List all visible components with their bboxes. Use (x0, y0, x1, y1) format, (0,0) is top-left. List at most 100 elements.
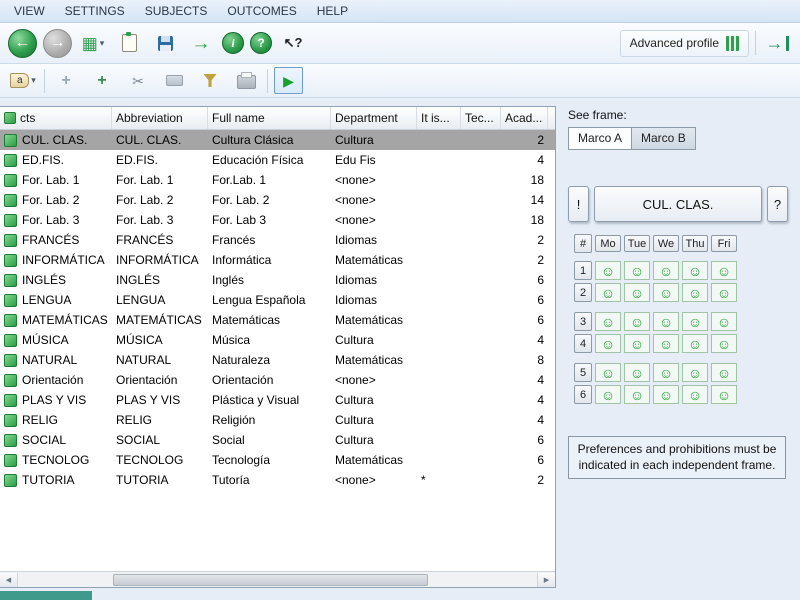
preference-cell[interactable]: ☺ (711, 283, 737, 302)
table-row[interactable]: TECNOLOG TECNOLOG Tecnología Matemáticas 6 (0, 450, 555, 470)
preference-cell[interactable]: ☺ (595, 385, 621, 404)
clear-button[interactable] (159, 67, 189, 95)
menu-item-help[interactable]: HELP (307, 1, 358, 21)
frame-help-button[interactable]: ? (767, 186, 788, 222)
scrollbar-track[interactable] (18, 573, 537, 587)
preference-cell[interactable]: ☺ (624, 334, 650, 353)
preference-cell[interactable]: ☺ (653, 312, 679, 331)
menu-item-outcomes[interactable]: OUTCOMES (217, 1, 306, 21)
export-button[interactable]: → (186, 29, 216, 57)
menu-item-settings[interactable]: SETTINGS (55, 1, 135, 21)
help-button[interactable]: ? (250, 32, 272, 54)
run-button[interactable]: ▶ (274, 67, 303, 94)
save-button[interactable] (150, 29, 180, 57)
period-header[interactable]: 1 (574, 261, 592, 280)
column-header[interactable]: cts (0, 107, 112, 129)
preference-cell[interactable]: ☺ (653, 283, 679, 302)
day-header[interactable]: We (653, 235, 679, 252)
preference-cell[interactable]: ☺ (624, 363, 650, 382)
preference-cell[interactable]: ☺ (711, 363, 737, 382)
context-help-button[interactable]: ↖? (278, 29, 308, 57)
advanced-profile-button[interactable]: Advanced profile (619, 29, 749, 57)
subject-frame-button[interactable]: CUL. CLAS. (594, 186, 762, 222)
frame-tab-1[interactable]: Marco A (568, 127, 633, 150)
cut-button[interactable]: ✂ (123, 67, 153, 95)
table-row[interactable]: MATEMÁTICAS MATEMÁTICAS Matemáticas Matemát… (0, 310, 555, 330)
print-button[interactable] (231, 67, 261, 95)
preference-cell[interactable]: ☺ (624, 261, 650, 280)
column-header[interactable]: Abbreviation (112, 107, 208, 129)
table-row[interactable]: NATURAL NATURAL Naturaleza Matemáticas 8 (0, 350, 555, 370)
table-row[interactable]: For. Lab. 3 For. Lab. 3 For. Lab 3 <none> 18 (0, 210, 555, 230)
table-row[interactable]: SOCIAL SOCIAL Social Cultura 6 (0, 430, 555, 450)
scroll-left-button[interactable]: ◀ (0, 572, 18, 587)
preference-cell[interactable]: ☺ (711, 312, 737, 331)
preference-cell[interactable]: ☺ (682, 283, 708, 302)
period-header[interactable]: 6 (574, 385, 592, 404)
label-button[interactable]: a ▾ (8, 67, 38, 95)
table-row[interactable]: PLAS Y VIS PLAS Y VIS Plástica y Visual Cul… (0, 390, 555, 410)
menu-item-subjects[interactable]: SUBJECTS (135, 1, 218, 21)
preference-cell[interactable]: ☺ (711, 261, 737, 280)
scroll-right-button[interactable]: ▶ (537, 572, 555, 587)
period-header[interactable]: 5 (574, 363, 592, 382)
day-header[interactable]: Thu (682, 235, 708, 252)
go-button[interactable]: → (762, 29, 792, 57)
warning-button[interactable]: ! (568, 186, 589, 222)
table-row[interactable]: For. Lab. 2 For. Lab. 2 For. Lab. 2 <none> 1… (0, 190, 555, 210)
column-header[interactable]: Department (331, 107, 417, 129)
preference-cell[interactable]: ☺ (682, 312, 708, 331)
preference-cell[interactable]: ☺ (595, 283, 621, 302)
preference-cell[interactable]: ☺ (682, 385, 708, 404)
frame-tab-2[interactable]: Marco B (631, 127, 696, 150)
preference-cell[interactable]: ☺ (682, 261, 708, 280)
preference-cell[interactable]: ☺ (595, 363, 621, 382)
preference-cell[interactable]: ☺ (653, 385, 679, 404)
preference-cell[interactable]: ☺ (711, 334, 737, 353)
preference-cell[interactable]: ☺ (653, 261, 679, 280)
table-row[interactable]: For. Lab. 1 For. Lab. 1 For.Lab. 1 <none> 18 (0, 170, 555, 190)
add-button[interactable]: + (51, 67, 81, 95)
column-header[interactable]: Tec... (461, 107, 501, 129)
table-row[interactable]: CUL. CLAS. CUL. CLAS. Cultura Clásica Cultu… (0, 130, 555, 150)
period-header[interactable]: 2 (574, 283, 592, 302)
table-row[interactable]: INGLÉS INGLÉS Inglés Idiomas 6 (0, 270, 555, 290)
table-row[interactable]: INFORMÁTICA INFORMÁTICA Informática Matemát… (0, 250, 555, 270)
forward-button[interactable]: → (43, 28, 72, 58)
day-header[interactable]: Fri (711, 235, 737, 252)
preference-cell[interactable]: ☺ (624, 385, 650, 404)
table-row[interactable]: ED.FIS. ED.FIS. Educación Física Edu Fis 4 (0, 150, 555, 170)
day-header[interactable]: Mo (595, 235, 621, 252)
table-row[interactable]: LENGUA LENGUA Lengua Española Idiomas 6 (0, 290, 555, 310)
filter-button[interactable] (195, 67, 225, 95)
table-row[interactable]: TUTORIA TUTORIA Tutoría <none> * 2 (0, 470, 555, 490)
table-row[interactable]: FRANCÉS FRANCÉS Francés Idiomas 2 (0, 230, 555, 250)
info-button[interactable]: i (222, 32, 244, 54)
preference-cell[interactable]: ☺ (595, 312, 621, 331)
period-header[interactable]: 3 (574, 312, 592, 331)
preference-cell[interactable]: ☺ (595, 334, 621, 353)
table-row[interactable]: RELIG RELIG Religión Cultura 4 (0, 410, 555, 430)
table-row[interactable]: MÚSICA MÚSICA Música Cultura 4 (0, 330, 555, 350)
preference-cell[interactable]: ☺ (653, 334, 679, 353)
preference-cell[interactable]: ☺ (653, 363, 679, 382)
paste-button[interactable] (114, 29, 144, 57)
preference-cell[interactable]: ☺ (682, 363, 708, 382)
views-button[interactable]: ▦ ▾ (78, 29, 108, 57)
preference-cell[interactable]: ☺ (595, 261, 621, 280)
column-header[interactable]: Full name (208, 107, 331, 129)
menu-item-view[interactable]: VIEW (4, 1, 55, 21)
horizontal-scrollbar[interactable]: ◀ ▶ (0, 571, 555, 587)
scrollbar-thumb[interactable] (113, 573, 428, 586)
period-header[interactable]: 4 (574, 334, 592, 353)
preference-cell[interactable]: ☺ (682, 334, 708, 353)
table-row[interactable]: Orientación Orientación Orientación <none> 4 (0, 370, 555, 390)
column-header[interactable]: Acad... (501, 107, 548, 129)
add-multiple-button[interactable]: + (87, 67, 117, 95)
preference-cell[interactable]: ☺ (711, 385, 737, 404)
back-button[interactable]: ← (8, 28, 37, 58)
day-header[interactable]: Tue (624, 235, 650, 252)
column-header[interactable]: It is... (417, 107, 461, 129)
preference-cell[interactable]: ☺ (624, 312, 650, 331)
preference-cell[interactable]: ☺ (624, 283, 650, 302)
